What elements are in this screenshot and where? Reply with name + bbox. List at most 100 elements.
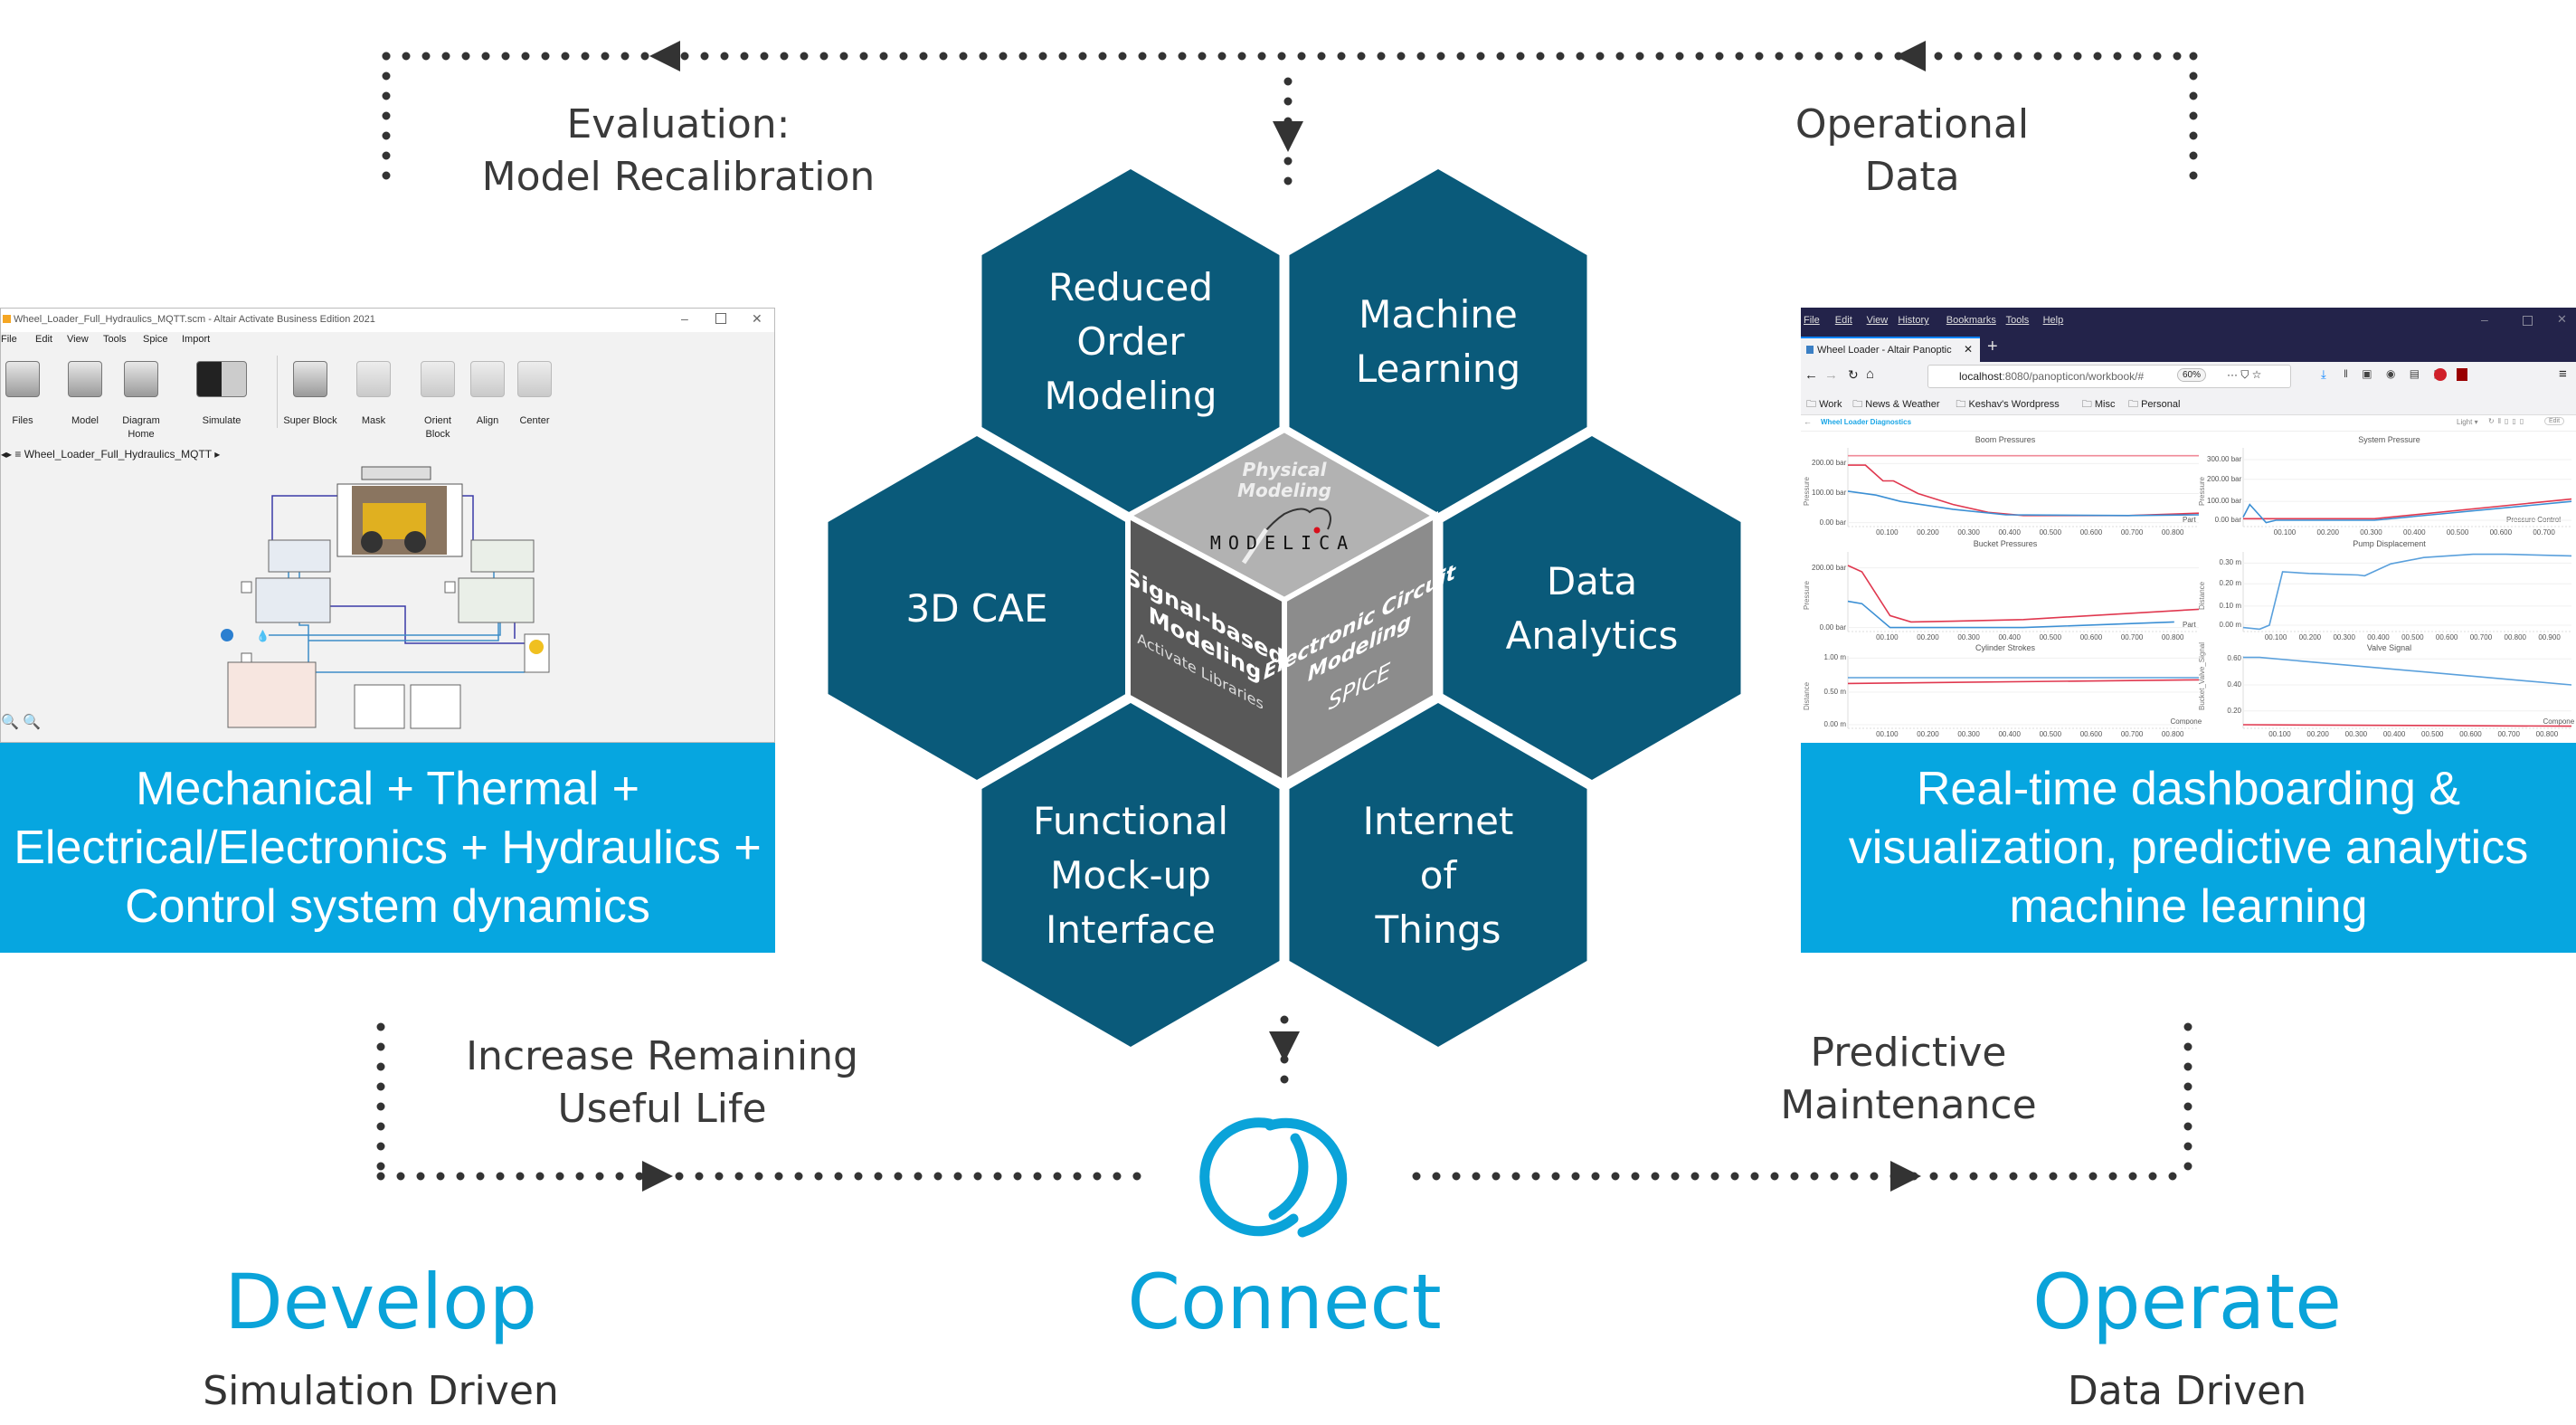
y-tick-label: 0.00 bar bbox=[2214, 516, 2241, 525]
chart-y-axis-label: Distance bbox=[1803, 681, 1811, 710]
bottom-right-label-2: Maintenance bbox=[1780, 1082, 2036, 1128]
chart-plot bbox=[1847, 656, 2200, 729]
operate-banner: Real-time dashboarding & visualization, … bbox=[1801, 743, 2576, 953]
x-tick-label: 00.400 bbox=[2382, 730, 2406, 738]
arrow-left-icon bbox=[1895, 41, 1926, 71]
y-tick-label: 0.10 m bbox=[2219, 601, 2241, 610]
x-tick-label: 00.200 bbox=[2298, 633, 2322, 641]
chart-plot bbox=[1847, 552, 2200, 632]
top-left-label-1: Evaluation: bbox=[567, 101, 791, 147]
chart-plot bbox=[1847, 448, 2200, 527]
x-tick-label: 00.700 bbox=[2469, 633, 2493, 641]
cube-top-line-1: Physical bbox=[1243, 459, 1328, 480]
bucket-cylinder-block[interactable] bbox=[470, 539, 535, 573]
bottom-left-label-2: Useful Life bbox=[557, 1086, 766, 1132]
operate-banner-line-1: Real-time dashboarding & bbox=[1916, 762, 2461, 815]
globe-icon bbox=[221, 629, 233, 641]
hexagon-shape bbox=[1443, 436, 1741, 780]
pressure-supply-block[interactable] bbox=[227, 661, 317, 728]
x-tick-label: 00.600 bbox=[2079, 528, 2103, 537]
chart-series-line bbox=[1847, 490, 2200, 517]
x-tick-label: 00.700 bbox=[2533, 528, 2555, 537]
x-tick-label: 00.700 bbox=[2497, 730, 2520, 738]
zoom-in-icon[interactable]: 🔍 bbox=[1, 712, 19, 730]
develop-banner: Mechanical + Thermal + Electrical/Electr… bbox=[0, 743, 775, 953]
hexagon-label: Mock-up bbox=[1050, 853, 1211, 898]
x-tick-label: 00.100 bbox=[1876, 528, 1899, 537]
connect-logo-icon bbox=[1199, 1117, 1348, 1238]
x-tick-label: 00.100 bbox=[2273, 528, 2297, 537]
bucket-valve-block[interactable] bbox=[458, 577, 535, 623]
hexagon-label: Functional bbox=[1033, 799, 1228, 843]
y-tick-label: 100.00 bar bbox=[2207, 497, 2242, 506]
x-tick-label: 00.600 bbox=[2489, 528, 2513, 537]
x-tick-label: 00.300 bbox=[1957, 528, 1980, 537]
x-tick-label: 00.800 bbox=[2504, 633, 2526, 641]
bottom-left-label-1: Increase Remaining bbox=[466, 1033, 858, 1079]
y-tick-label: 0.20 bbox=[2227, 706, 2241, 715]
activate-screenshot: Wheel_Loader_Full_Hydraulics_MQTT.scm - … bbox=[0, 308, 775, 743]
hexagon-label: Data bbox=[1547, 559, 1637, 603]
results-block[interactable] bbox=[354, 684, 405, 729]
x-tick-label: 00.600 bbox=[2079, 730, 2103, 738]
hexagon-label: of bbox=[1420, 853, 1458, 898]
hexagon-label: 3D CAE bbox=[905, 586, 1047, 631]
y-tick-label: 200.00 bar bbox=[1812, 459, 1847, 468]
hexagon-label: Order bbox=[1076, 319, 1185, 364]
y-tick-label: 1.00 m bbox=[1823, 653, 1846, 662]
animation-block[interactable] bbox=[361, 466, 431, 480]
chart-series-line bbox=[2242, 553, 2572, 631]
dashboard-charts: Boom Pressures Pressure 200.00 bar 100.00 b… bbox=[1801, 308, 2576, 743]
chart-series-line bbox=[2243, 498, 2572, 520]
x-tick-label: 00.100 bbox=[2268, 730, 2291, 738]
chart-series-line bbox=[2242, 724, 2572, 727]
hexagon-label: Reduced bbox=[1048, 265, 1213, 309]
x-tick-label: 00.300 bbox=[2344, 730, 2368, 738]
x-tick-label: 00.200 bbox=[1917, 730, 1939, 738]
boom-valve-block[interactable] bbox=[255, 577, 331, 623]
y-tick-label: 0.40 bbox=[2227, 680, 2241, 689]
y-tick-label: 0.00 m bbox=[1823, 720, 1846, 728]
y-tick-label: 0.00 bar bbox=[1819, 518, 1846, 527]
y-tick-label: 0.00 bar bbox=[1819, 622, 1846, 632]
x-tick-label: 00.700 bbox=[2120, 528, 2144, 537]
x-tick-label: 00.200 bbox=[1917, 528, 1939, 537]
y-tick-label: 0.50 m bbox=[1823, 688, 1846, 696]
x-tick-label: 00.100 bbox=[1876, 633, 1899, 641]
x-tick-label: 00.500 bbox=[2401, 633, 2424, 641]
hexagon-2: 3D CAE bbox=[828, 436, 1126, 780]
x-tick-label: 00.500 bbox=[2421, 730, 2444, 738]
hexagon-label: Learning bbox=[1356, 347, 1520, 391]
chart-series-line bbox=[2243, 656, 2572, 686]
arrow-down-icon bbox=[1269, 1031, 1300, 1062]
arrow-right-icon bbox=[642, 1161, 673, 1192]
y-tick-label: 0.60 bbox=[2227, 654, 2241, 663]
modelica-logo-text: MODELICA bbox=[1210, 532, 1355, 554]
block-diagram-canvas[interactable]: 💧 🔍 🔍 bbox=[1, 309, 775, 743]
x-tick-label: 00.500 bbox=[2446, 528, 2469, 537]
phase-operate-title: Operate bbox=[2032, 1258, 2342, 1346]
arrow-left-icon bbox=[649, 41, 680, 71]
boom-cylinder-block[interactable] bbox=[268, 539, 331, 573]
chart-series-line bbox=[1847, 565, 2200, 623]
develop-banner-line-2: Electrical/Electronics + Hydraulics + bbox=[14, 821, 762, 874]
x-tick-label: 00.300 bbox=[1957, 730, 1980, 738]
chart-title: Boom Pressures bbox=[1975, 435, 2036, 444]
chart-title: Cylinder Strokes bbox=[1975, 643, 2036, 652]
operate-banner-line-2: visualization, predictive analytics bbox=[1848, 821, 2529, 874]
x-tick-label: 00.600 bbox=[2435, 633, 2458, 641]
zoom-fit-icon[interactable]: 🔍 bbox=[23, 712, 41, 730]
hexagon-label: Things bbox=[1374, 907, 1501, 952]
x-tick-label: 00.600 bbox=[2079, 633, 2103, 641]
x-tick-label: 00.100 bbox=[2264, 633, 2287, 641]
y-tick-label: 300.00 bar bbox=[2207, 455, 2242, 464]
x-tick-label: 00.800 bbox=[2161, 730, 2184, 738]
chart-series-line bbox=[1847, 600, 2174, 629]
x-tick-label: 00.200 bbox=[2316, 528, 2339, 537]
top-right-label-1: Operational bbox=[1795, 101, 2029, 147]
y-tick-label: 100.00 bar bbox=[1812, 489, 1847, 498]
phase-connect-title: Connect bbox=[1127, 1258, 1441, 1346]
mqtt-block[interactable] bbox=[410, 684, 461, 729]
chart-title: Valve Signal bbox=[2366, 643, 2412, 652]
operate-banner-line-3: machine learning bbox=[2009, 879, 2368, 933]
